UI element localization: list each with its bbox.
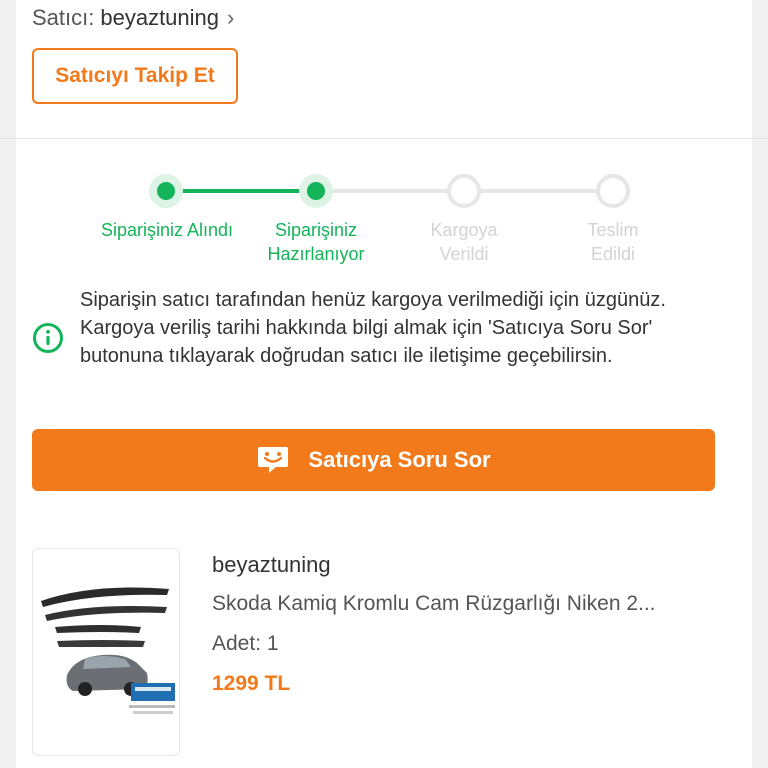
follow-seller-button[interactable]: Satıcıyı Takip Et — [32, 48, 238, 104]
product-image-art — [41, 587, 175, 714]
product-quantity: Adet: 1 — [212, 632, 279, 655]
step-node-preparing — [299, 174, 333, 208]
seller-name[interactable]: beyaztuning — [100, 5, 219, 31]
step-node-delivered — [596, 174, 630, 208]
info-icon — [33, 323, 63, 353]
chevron-right-icon: › — [227, 5, 235, 30]
step-node-received — [149, 174, 183, 208]
progress-line-2 — [316, 189, 464, 193]
step-label-preparing: Siparişiniz Hazırlanıyor — [267, 220, 365, 264]
step-label-shipped: Kargoya Verildi — [430, 220, 498, 264]
ask-seller-button[interactable]: Satıcıya Soru Sor — [32, 429, 715, 491]
product-name[interactable]: Skoda Kamiq Kromlu Cam Rüzgarlığı Niken … — [212, 592, 712, 616]
product-image[interactable] — [32, 548, 180, 756]
order-progress-stepper: Siparişiniz Alındı Siparişiniz Hazırlanı… — [0, 168, 768, 268]
ask-seller-label: Satıcıya Soru Sor — [308, 447, 491, 472]
info-message: Siparişin satıcı tarafından henüz kargoy… — [80, 289, 666, 367]
seller-prefix: Satıcı: — [32, 5, 95, 30]
product-price: 1299 TL — [212, 672, 291, 695]
divider — [0, 138, 768, 139]
step-label-delivered: Teslim Edildi — [587, 220, 639, 264]
seller-link[interactable]: Satıcı: beyaztuning › — [32, 4, 234, 32]
progress-line-1 — [166, 189, 316, 193]
chat-icon — [258, 447, 289, 473]
progress-line-3 — [464, 189, 612, 193]
product-seller-name: beyaztuning — [212, 552, 331, 577]
step-label-received: Siparişiniz Alındı — [100, 220, 234, 240]
step-node-shipped — [447, 174, 481, 208]
